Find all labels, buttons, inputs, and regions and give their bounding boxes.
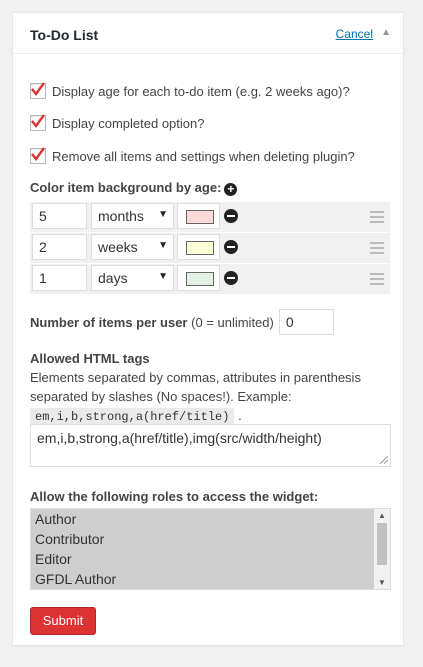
- checkmark-icon: [31, 147, 45, 161]
- age-value-input[interactable]: 5: [32, 203, 87, 229]
- remove-age-color-icon[interactable]: [224, 209, 238, 223]
- html-tags-description: Elements separated by commas, attributes…: [30, 370, 361, 404]
- age-unit-value: months: [98, 208, 144, 224]
- resize-handle-icon[interactable]: [380, 456, 388, 464]
- role-option[interactable]: GFDL Author: [31, 569, 374, 589]
- todo-widget: To-Do List Cancel ▲ Display age for each…: [12, 12, 404, 646]
- html-tags-label: Allowed HTML tags: [30, 351, 150, 366]
- age-color-row: 1 days ▼: [30, 264, 390, 294]
- items-per-user-hint: (0 = unlimited): [187, 314, 274, 330]
- age-color-heading: Color item background by age: +: [30, 180, 238, 196]
- remove-age-color-icon[interactable]: [224, 240, 238, 254]
- age-unit-value: weeks: [98, 239, 138, 255]
- add-age-color-icon[interactable]: +: [224, 183, 238, 196]
- roles-listbox[interactable]: Author Contributor Editor GFDL Author ▲ …: [30, 508, 391, 590]
- widget-header: To-Do List Cancel ▲: [13, 13, 403, 54]
- color-swatch: [186, 241, 214, 255]
- html-tags-value: em,i,b,strong,a(href/title),img(src/widt…: [37, 430, 322, 446]
- remove-on-delete-label: Remove all items and settings when delet…: [52, 148, 355, 164]
- submit-button[interactable]: Submit: [30, 607, 96, 635]
- roles-label: Allow the following roles to access the …: [30, 489, 319, 504]
- scroll-up-icon[interactable]: ▲: [378, 511, 386, 520]
- option-display-age[interactable]: Display age for each to-do item (e.g. 2 …: [30, 82, 350, 99]
- items-per-user-label: Number of items per user: [30, 314, 188, 330]
- scrollbar-thumb[interactable]: [377, 523, 387, 565]
- age-color-row: 5 months ▼: [30, 202, 390, 232]
- dropdown-arrow-icon: ▼: [158, 240, 168, 251]
- age-color-picker[interactable]: [177, 265, 220, 291]
- html-tags-example-suffix: .: [238, 408, 242, 423]
- option-remove-on-delete[interactable]: Remove all items and settings when delet…: [30, 147, 355, 164]
- items-per-user-input[interactable]: 0: [278, 309, 334, 335]
- age-color-label: Color item background by age:: [30, 180, 222, 195]
- role-option[interactable]: Author: [31, 509, 374, 529]
- scroll-down-icon[interactable]: ▼: [378, 578, 386, 587]
- remove-age-color-icon[interactable]: [224, 271, 238, 285]
- widget-title: To-Do List: [30, 27, 99, 43]
- collapse-arrow-icon[interactable]: ▲: [381, 27, 391, 38]
- age-value-input[interactable]: 2: [32, 234, 87, 260]
- dropdown-arrow-icon: ▼: [158, 209, 168, 220]
- age-unit-select[interactable]: months ▼: [91, 203, 174, 229]
- remove-on-delete-checkbox[interactable]: [30, 147, 46, 164]
- drag-handle-icon[interactable]: [370, 242, 384, 257]
- option-display-completed[interactable]: Display completed option?: [30, 114, 205, 131]
- items-per-user-row: Number of items per user (0 = unlimited)…: [30, 309, 334, 335]
- roles-scrollbar[interactable]: ▲ ▼: [374, 509, 390, 589]
- checkmark-icon: [31, 82, 45, 96]
- age-unit-value: days: [98, 270, 128, 286]
- role-option[interactable]: Contributor: [31, 529, 374, 549]
- age-color-picker[interactable]: [177, 234, 220, 260]
- display-age-checkbox[interactable]: [30, 82, 46, 99]
- cancel-link[interactable]: Cancel: [336, 27, 373, 41]
- age-value-input[interactable]: 1: [32, 265, 87, 291]
- age-color-picker[interactable]: [177, 203, 220, 229]
- html-tags-textarea[interactable]: em,i,b,strong,a(href/title),img(src/widt…: [30, 424, 391, 467]
- age-unit-select[interactable]: days ▼: [91, 265, 174, 291]
- color-swatch: [186, 272, 214, 286]
- color-swatch: [186, 210, 214, 224]
- dropdown-arrow-icon: ▼: [158, 271, 168, 282]
- drag-handle-icon[interactable]: [370, 211, 384, 226]
- checkmark-icon: [31, 114, 45, 128]
- age-color-row: 2 weeks ▼: [30, 233, 390, 263]
- display-completed-label: Display completed option?: [52, 115, 205, 131]
- display-completed-checkbox[interactable]: [30, 114, 46, 131]
- role-option[interactable]: Editor: [31, 549, 374, 569]
- html-tags-section: Allowed HTML tags Elements separated by …: [30, 349, 375, 427]
- drag-handle-icon[interactable]: [370, 273, 384, 288]
- display-age-label: Display age for each to-do item (e.g. 2 …: [52, 83, 350, 99]
- age-unit-select[interactable]: weeks ▼: [91, 234, 174, 260]
